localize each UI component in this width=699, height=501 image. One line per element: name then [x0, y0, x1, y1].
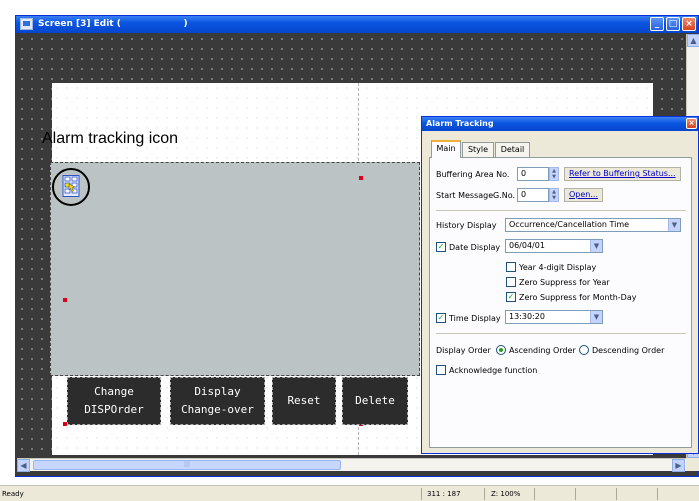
- year-4digit-checkbox[interactable]: [506, 262, 516, 272]
- tab-style[interactable]: Style: [462, 142, 494, 157]
- selection-handle[interactable]: [359, 176, 363, 180]
- delete-switch[interactable]: Delete: [342, 377, 408, 425]
- zero-suppress-year-label: Zero Suppress for Year: [519, 278, 610, 287]
- g-no-label: G.No.: [493, 191, 516, 200]
- zero-suppress-year-checkbox[interactable]: [506, 277, 516, 287]
- horizontal-scroll-thumb[interactable]: |||: [33, 460, 341, 470]
- maximize-button[interactable]: □: [666, 17, 680, 31]
- selection-handle[interactable]: [63, 298, 67, 302]
- acknowledge-function-checkbox[interactable]: [436, 365, 446, 375]
- time-format-value: 13:30:20: [509, 312, 545, 321]
- buffering-area-label: Buffering Area No.: [436, 170, 510, 179]
- switch-label: Reset: [287, 394, 321, 407]
- status-text: Ready: [2, 490, 24, 498]
- history-display-value: Occurrence/Cancellation Time: [509, 220, 630, 229]
- window-title: Screen [3] Edit ( ): [38, 19, 188, 29]
- status-bar: Ready 311 : 187 Z: 100%: [0, 485, 699, 501]
- scrollbar-corner: [686, 458, 699, 471]
- chevron-down-icon[interactable]: ▼: [590, 240, 602, 252]
- switch-label: Change: [94, 385, 134, 398]
- date-format-select[interactable]: 06/04/01 ▼: [505, 239, 603, 253]
- status-divider: [421, 488, 422, 500]
- window-titlebar[interactable]: Screen [3] Edit ( ) _ □ ×: [16, 16, 698, 33]
- ascending-order-radio[interactable]: [496, 345, 506, 355]
- main-tab-panel: Buffering Area No. 0 ▲ ▼ Refer to Bufferi…: [429, 157, 692, 448]
- history-display-label: History Display: [436, 221, 497, 230]
- cursor-coordinates: 311 : 187: [427, 490, 461, 498]
- display-order-label: Display Order: [436, 346, 491, 355]
- descending-order-radio[interactable]: [579, 345, 589, 355]
- tab-main[interactable]: Main: [431, 140, 461, 158]
- open-button[interactable]: Open...: [564, 188, 603, 202]
- zoom-level: Z: 100%: [491, 490, 521, 498]
- time-format-select[interactable]: 13:30:20 ▼: [505, 310, 603, 324]
- display-changeover-switch[interactable]: Display Change-over: [170, 377, 265, 425]
- zero-suppress-monthday-checkbox[interactable]: ✓: [506, 292, 516, 302]
- status-divider: [657, 488, 658, 500]
- separator: [436, 210, 686, 211]
- alarm-tracking-dialog: Alarm Tracking × Main Style Detail Buffe…: [421, 116, 699, 454]
- refer-buffering-status-button[interactable]: Refer to Buffering Status...: [564, 167, 681, 181]
- history-display-select[interactable]: Occurrence/Cancellation Time ▼: [505, 218, 681, 232]
- chevron-down-icon[interactable]: ▼: [668, 219, 680, 231]
- minimize-button[interactable]: _: [650, 17, 664, 31]
- dialog-close-button[interactable]: ×: [686, 118, 697, 129]
- dialog-title: Alarm Tracking: [426, 119, 494, 128]
- time-display-label: Time Display: [449, 314, 501, 323]
- g-no-input[interactable]: 0: [517, 188, 549, 202]
- zero-suppress-monthday-label: Zero Suppress for Month-Day: [519, 293, 637, 302]
- screen-icon: [20, 18, 33, 30]
- status-divider: [484, 488, 485, 500]
- chevron-down-icon[interactable]: ▼: [590, 311, 602, 323]
- g-no-spinner[interactable]: ▲ ▼: [549, 188, 559, 202]
- close-button[interactable]: ×: [682, 17, 696, 31]
- switch-label: Delete: [355, 394, 395, 407]
- buffering-area-input[interactable]: 0: [517, 167, 549, 181]
- scroll-left-button[interactable]: ◀: [17, 459, 30, 472]
- status-divider: [616, 488, 617, 500]
- time-display-checkbox[interactable]: ✓: [436, 313, 446, 323]
- scroll-up-button[interactable]: ▲: [687, 34, 699, 47]
- buffering-area-spinner[interactable]: ▲ ▼: [549, 167, 559, 181]
- highlight-circle: [52, 168, 90, 206]
- change-disporder-switch[interactable]: Change DISPOrder: [67, 377, 161, 425]
- switch-label: DISPOrder: [84, 403, 144, 416]
- date-format-value: 06/04/01: [509, 241, 545, 250]
- date-display-label: Date Display: [449, 243, 501, 252]
- alarm-history-display-area[interactable]: [50, 162, 420, 376]
- status-divider: [534, 488, 535, 500]
- ascending-order-label: Ascending Order: [509, 346, 576, 355]
- date-display-checkbox[interactable]: ✓: [436, 242, 446, 252]
- horizontal-scrollbar[interactable]: ◀ ||| ▶: [17, 458, 686, 472]
- acknowledge-function-label: Acknowledge function: [449, 366, 538, 375]
- scroll-right-button[interactable]: ▶: [672, 459, 685, 472]
- start-message-label: Start Message: [436, 191, 494, 200]
- alarm-icon-caption: Alarm tracking icon: [42, 130, 179, 147]
- switch-label: Display: [194, 385, 241, 398]
- descending-order-label: Descending Order: [592, 346, 665, 355]
- reset-switch[interactable]: Reset: [272, 377, 336, 425]
- status-divider: [575, 488, 576, 500]
- tab-detail[interactable]: Detail: [495, 142, 530, 157]
- separator: [436, 333, 686, 334]
- switch-label: Change-over: [181, 403, 254, 416]
- dialog-titlebar[interactable]: Alarm Tracking ×: [422, 117, 698, 131]
- year-4digit-label: Year 4-digit Display: [519, 263, 597, 272]
